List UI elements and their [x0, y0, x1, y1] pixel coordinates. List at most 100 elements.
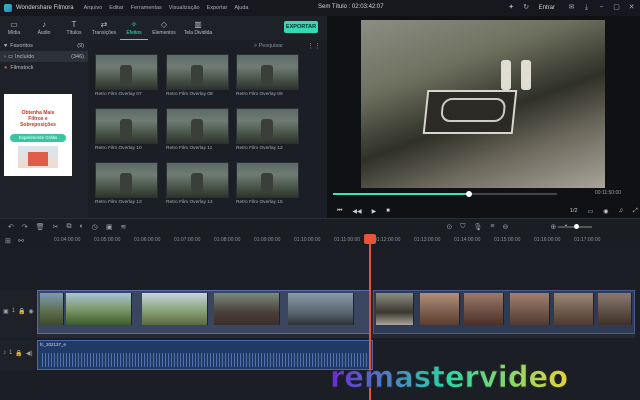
track-number: 1 — [9, 350, 13, 356]
close-icon[interactable]: ✕ — [627, 3, 636, 12]
sidebar-item-filmstock[interactable]: ● Filmstock — [0, 62, 88, 73]
audio-waveform — [42, 353, 370, 367]
minimize-icon[interactable]: − — [597, 3, 606, 12]
display-icon[interactable]: ▭ — [588, 208, 594, 215]
sidebar-item-included[interactable]: › ▭ Incluído (346) — [0, 51, 88, 62]
cut-icon[interactable]: ✂ — [53, 223, 59, 231]
redo-icon[interactable]: ↷ — [22, 223, 28, 231]
delete-icon[interactable]: 🗑 — [36, 223, 45, 231]
ruler-tick: 01:10:00:00 — [294, 237, 321, 243]
sidebar-item-label: Favoritos — [10, 42, 33, 49]
promo-banner[interactable]: Obtenha Mais Filtros e Sobreposições Exp… — [4, 94, 72, 176]
effect-preview-image — [95, 108, 158, 144]
stop-icon[interactable]: ■ — [386, 208, 390, 214]
preview-scrubber[interactable] — [333, 191, 557, 197]
effect-thumb[interactable]: Retro Film Overlay 08 — [166, 54, 229, 102]
mail-icon[interactable]: ✉ — [567, 3, 576, 12]
maximize-icon[interactable]: ▢ — [612, 3, 621, 12]
menu-ferramentas[interactable]: Ferramentas — [131, 5, 162, 11]
tool-elements[interactable]: ◇ Elementos — [150, 16, 178, 40]
effect-thumb[interactable]: Retro Film Overlay 07 — [95, 54, 158, 102]
timeline-ruler[interactable]: ⊞ ⚯ 01:04:00:00 01:05:00:00 01:06:00:00 … — [0, 234, 640, 248]
bottle-shape — [501, 60, 511, 90]
track-number: 1 — [11, 308, 16, 314]
tool-transitions[interactable]: ⇄ Transições — [90, 16, 118, 40]
sync-icon[interactable]: ↻ — [522, 3, 531, 12]
audio-track-icon: ♪ — [3, 350, 6, 356]
effect-thumb[interactable]: Retro Film Overlay 15 — [236, 162, 299, 210]
scrubber-handle[interactable] — [466, 191, 472, 197]
clip-frame — [142, 293, 208, 325]
lock-icon[interactable]: 🔒 — [15, 350, 22, 357]
volume-icon[interactable]: ♫ — [618, 208, 623, 214]
zoom-in-icon[interactable]: ⊕ — [550, 223, 556, 231]
menu-exportar[interactable]: Exportar — [207, 5, 228, 11]
effect-preview-image — [166, 54, 229, 90]
zoom-out-icon[interactable]: ⊖ — [502, 223, 508, 231]
search-field[interactable]: ⌕ Pesquisar — [254, 43, 283, 50]
zoom-slider[interactable] — [558, 224, 592, 229]
try-free-button[interactable]: Experimente Grátis — [10, 134, 66, 142]
sign-in-link[interactable]: Entrar — [539, 5, 555, 11]
eye-icon[interactable]: ◉ — [29, 308, 34, 315]
tool-label: Títulos — [66, 30, 82, 36]
render-icon[interactable]: ⊙ — [446, 223, 452, 231]
audio-mix-icon[interactable]: ≋ — [120, 223, 126, 231]
export-button[interactable]: EXPORTAR — [284, 21, 318, 33]
transition-icon: ⇄ — [100, 20, 108, 29]
undo-icon[interactable]: ↶ — [8, 223, 14, 231]
video-track[interactable] — [37, 290, 635, 338]
crop-icon[interactable]: ⧉ — [67, 223, 72, 231]
effect-thumb[interactable]: Retro Film Overlay 11 — [166, 108, 229, 156]
effect-label: Retro Film Overlay 07 — [95, 92, 142, 97]
menu-editar[interactable]: Editar — [109, 5, 123, 11]
effect-thumb[interactable]: Retro Film Overlay 09 — [236, 54, 299, 102]
effect-thumb[interactable]: Retro Film Overlay 14 — [166, 162, 229, 210]
video-clip[interactable] — [37, 290, 371, 334]
sidebar-item-label: Incluído — [15, 53, 35, 60]
clip-frame — [420, 293, 460, 325]
video-clip[interactable] — [373, 290, 635, 334]
effect-label: Retro Film Overlay 12 — [236, 146, 283, 151]
grid-view-icon[interactable]: ⋮⋮ — [307, 42, 321, 50]
download-icon[interactable]: ⤓ — [582, 3, 591, 12]
color-icon[interactable]: ◐ — [80, 223, 84, 230]
menu-visualizacao[interactable]: Visualização — [169, 5, 200, 11]
tool-audio[interactable]: ♪ Áudio — [30, 16, 58, 40]
video-track-header: ▣ 1 🔒 ◉ — [0, 290, 36, 338]
previous-frame-icon[interactable]: ⏮ — [337, 208, 342, 215]
effects-icon: ✧ — [130, 19, 138, 29]
fullscreen-icon[interactable]: ⤢ — [633, 208, 638, 215]
titlebar-controls: ✦ ↻ Entrar ✉ ⤓ − ▢ ✕ — [501, 3, 636, 12]
tool-titles[interactable]: T Títulos — [60, 16, 88, 40]
playhead-handle[interactable] — [364, 234, 376, 244]
sidebar-item-favorites[interactable]: ♥ Favoritos (9) — [0, 40, 88, 51]
list-icon[interactable]: ≡ — [490, 223, 494, 230]
menu-ajuda[interactable]: Ajuda — [234, 5, 248, 11]
rewind-icon[interactable]: ◀◀ — [352, 208, 361, 215]
effect-thumb[interactable]: Retro Film Overlay 12 — [236, 108, 299, 156]
link-icon[interactable]: ⚯ — [18, 237, 24, 245]
play-icon[interactable]: ▶ — [372, 208, 377, 215]
effect-thumb[interactable]: Retro Film Overlay 10 — [95, 108, 158, 156]
lock-icon[interactable]: 🔒 — [18, 308, 25, 315]
stabilize-icon[interactable]: ▣ — [106, 223, 113, 231]
snapshot-icon[interactable]: ◉ — [603, 208, 608, 215]
audio-clip[interactable]: fc_202137_e — [37, 340, 373, 370]
mic-icon[interactable]: 🎙 — [473, 223, 482, 231]
zoom-handle[interactable] — [574, 224, 579, 229]
effects-sidebar: ♥ Favoritos (9) › ▭ Incluído (346) ● Filmstock… — [0, 40, 88, 218]
clip-frame — [554, 293, 594, 325]
scrubber-progress — [333, 193, 468, 195]
add-track-icon[interactable]: ⊞ — [5, 237, 11, 245]
audio-clip-label: fc_202137_e — [40, 342, 67, 347]
menu-arquivo[interactable]: Arquivo — [84, 5, 103, 11]
tool-split-screen[interactable]: ▥ Tela Dividida — [180, 16, 216, 40]
bulb-icon[interactable]: ✦ — [507, 3, 516, 12]
speed-icon[interactable]: ◷ — [92, 223, 98, 231]
effect-thumb[interactable]: Retro Film Overlay 13 — [95, 162, 158, 210]
tool-media[interactable]: ▭ Mídia — [0, 16, 28, 40]
speaker-icon[interactable]: ◀) — [26, 350, 33, 357]
tool-effects[interactable]: ✧ Efeitos — [120, 16, 148, 40]
shield-icon[interactable]: ⛉ — [460, 223, 465, 231]
